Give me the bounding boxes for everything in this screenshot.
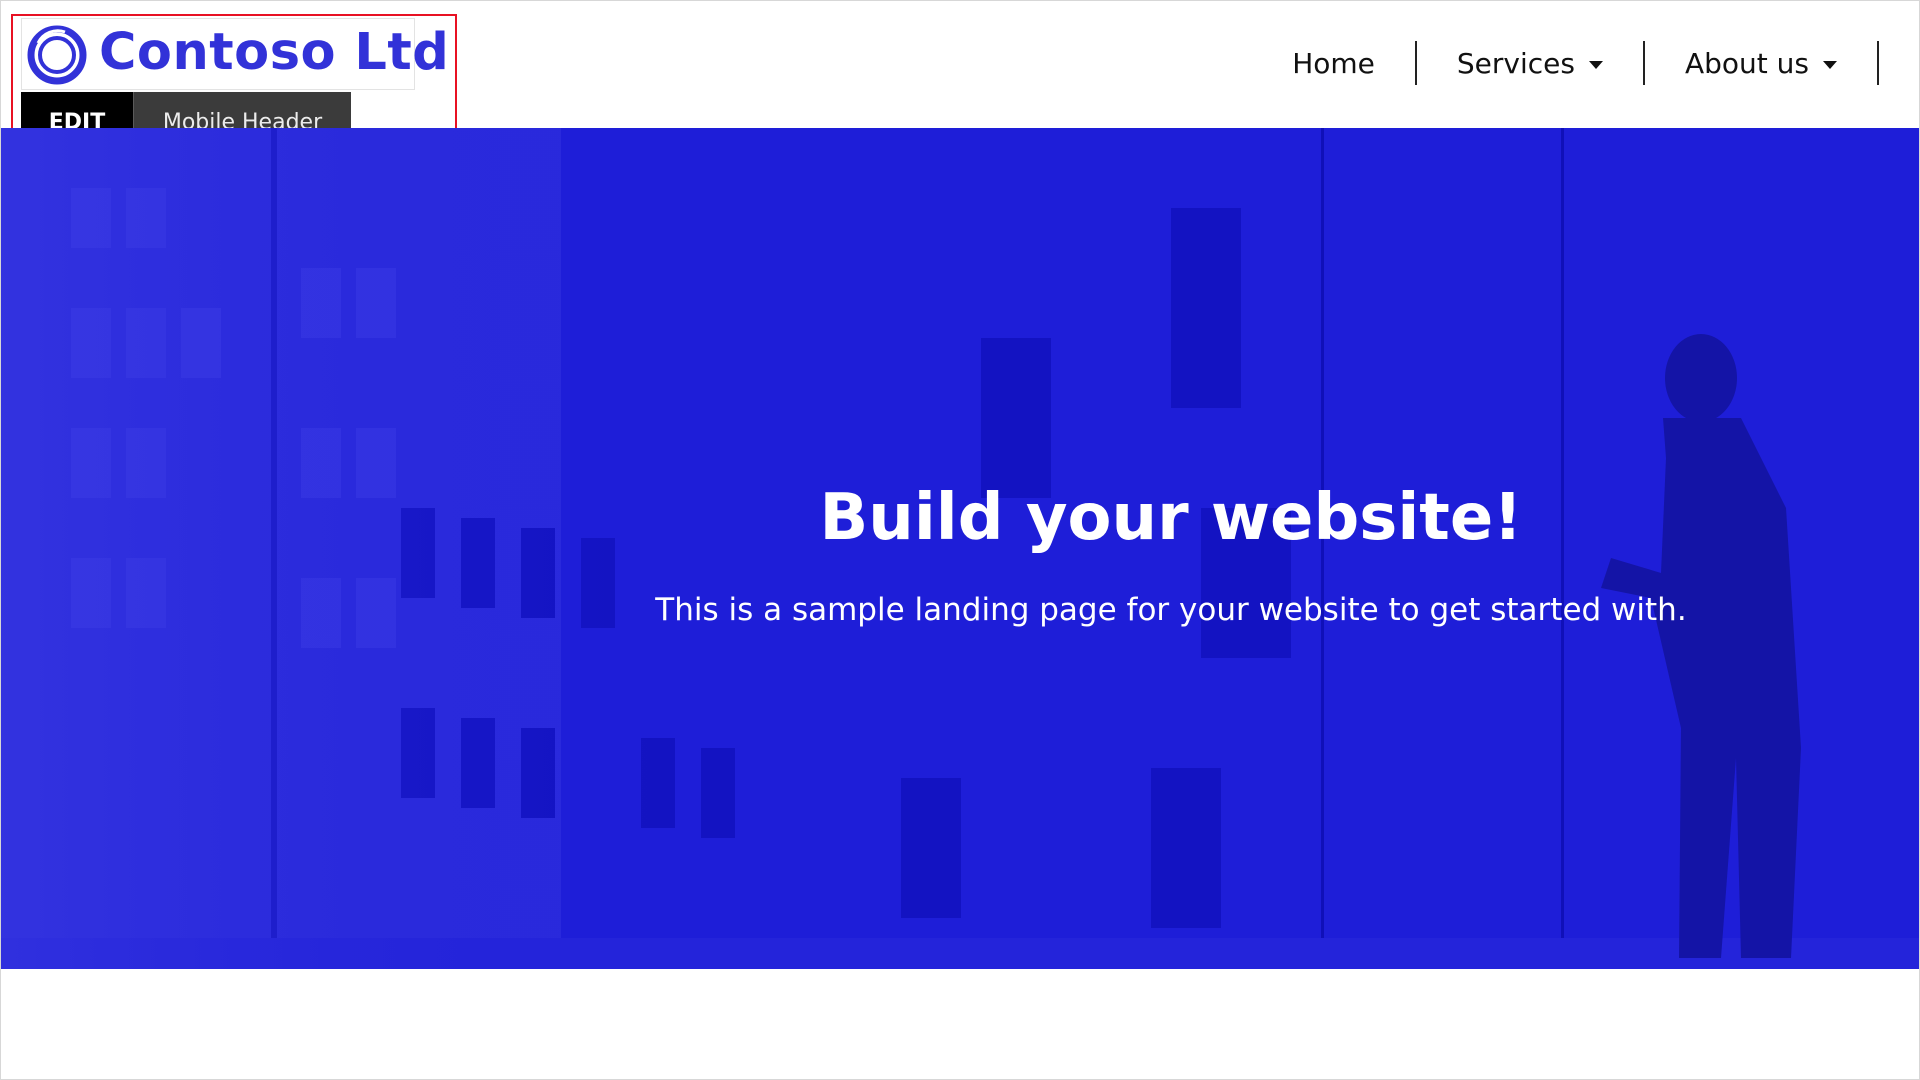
site-logo[interactable]: Contoso Ltd	[21, 18, 449, 90]
nav-item-label: About us	[1684, 46, 1809, 80]
site-logo-text: Contoso Ltd	[99, 23, 450, 82]
nav-item-label: Home	[1292, 46, 1375, 80]
hero-title: Build your website!	[819, 481, 1523, 555]
nav-item-label: Services	[1456, 46, 1575, 80]
nav-item-home[interactable]: Home	[1252, 41, 1415, 85]
hero-banner: Build your website! This is a sample lan…	[1, 128, 1919, 969]
nav-item-about-us[interactable]: About us	[1645, 41, 1877, 85]
nav-item-services[interactable]: Services	[1417, 41, 1643, 85]
caret-down-icon	[1823, 61, 1837, 69]
caret-down-icon	[1588, 61, 1603, 69]
site-header: Contoso Ltd EDIT Mobile Header Home Serv…	[1, 1, 1919, 171]
browser-viewport: Contoso Ltd EDIT Mobile Header Home Serv…	[0, 0, 1920, 1080]
hero-subtitle: This is a sample landing page for your w…	[655, 592, 1687, 628]
nav-divider	[1877, 41, 1879, 85]
ring-logo-icon	[27, 25, 87, 85]
main-navigation: Home Services About us	[1252, 41, 1879, 85]
